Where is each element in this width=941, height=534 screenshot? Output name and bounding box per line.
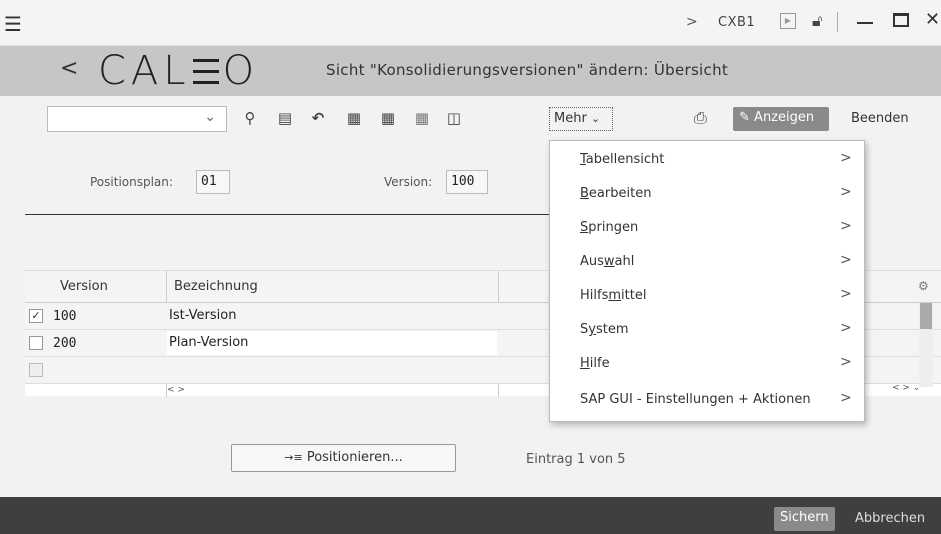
chevron-right-icon: > (840, 184, 852, 200)
chevron-down-icon: ⌄ (590, 112, 601, 125)
command-combo[interactable]: ⌄ (47, 106, 227, 132)
chevron-right-icon: > (840, 320, 852, 336)
position-icon: →≡ (284, 451, 303, 464)
chevron-right-icon: > (840, 390, 852, 406)
caleo-logo: CAL O (98, 48, 260, 94)
search-icon[interactable]: ⚲ (240, 109, 260, 127)
row-version: 200 (53, 336, 77, 351)
page-title: Sicht "Konsolidierungsversionen" ändern:… (326, 61, 729, 79)
horizontal-scroll-arrows[interactable]: < > (167, 385, 185, 395)
maximize-icon[interactable] (893, 13, 909, 27)
transaction-code: CXB1 (718, 15, 756, 30)
back-button[interactable]: < (60, 56, 78, 81)
menu-item-label: Bearbeiten (580, 186, 652, 201)
section-divider (25, 214, 555, 215)
chevron-right-icon: > (840, 286, 852, 302)
menu-item-tabellensicht[interactable]: Tabellensicht > (550, 142, 864, 176)
toolbar: ⌄ ⚲ ▤ ↶ ▦ ▦ ▦ ◫ Mehr ⌄ ⎙ ✎ Anzeigen Been… (0, 96, 941, 144)
positionieren-label: Positionieren... (306, 450, 403, 465)
menu-item-springen[interactable]: Springen > (550, 210, 864, 244)
row-bezeichnung[interactable] (167, 358, 497, 382)
menu-item-system[interactable]: System > (550, 312, 864, 346)
titlebar-separator (837, 12, 838, 32)
menu-item-label: SAP GUI - Einstellungen + Aktionen (580, 392, 811, 407)
menu-item-label: Auswahl (580, 254, 635, 269)
app-header: < CAL O Sicht "Konsolidierungsversionen" … (0, 46, 941, 96)
chevron-right-icon[interactable]: > (686, 14, 698, 30)
menu-item-label: Springen (580, 220, 639, 235)
chevron-right-icon: > (840, 218, 852, 234)
row-version: 100 (53, 309, 77, 324)
anzeigen-button[interactable]: ✎ Anzeigen (733, 107, 829, 131)
mehr-dropdown-menu: Tabellensicht > Bearbeiten > Springen > … (549, 140, 865, 422)
column-header-version[interactable]: Version (60, 279, 108, 294)
menu-item-label: System (580, 322, 629, 337)
horizontal-scroll-arrows[interactable]: < > ⌄ (892, 383, 920, 393)
menu-item-label: Tabellensicht (580, 152, 665, 167)
row-checkbox[interactable]: ✓ (29, 309, 43, 323)
version-label: Version: (384, 175, 433, 189)
menu-item-label: Hilfe (580, 356, 610, 371)
chevron-right-icon: > (840, 252, 852, 268)
glasses-icon[interactable]: ◫ (444, 109, 464, 127)
hamburger-icon[interactable]: ☰ (4, 12, 22, 36)
row-bezeichnung[interactable]: Plan-Version (167, 331, 497, 355)
menu-item-hilfe[interactable]: Hilfe > (550, 346, 864, 380)
row-bezeichnung[interactable]: Ist-Version (167, 304, 497, 328)
lock-open-icon[interactable]: 🔓︎ (812, 11, 822, 31)
minimize-icon[interactable] (857, 22, 873, 24)
menu-item-label: Hilfsmittel (580, 288, 647, 303)
beenden-button[interactable]: Beenden (851, 111, 909, 126)
mehr-menu-button[interactable]: Mehr ⌄ (549, 107, 613, 131)
table-settings-icon[interactable]: ⚙ (918, 279, 929, 293)
abbrechen-button[interactable]: Abbrechen (855, 511, 925, 526)
pencil-glasses-icon: ✎ (739, 110, 750, 125)
sichern-button[interactable]: Sichern (774, 507, 835, 531)
footer-bar: Sichern Abbrechen (0, 497, 941, 534)
scrollbar-thumb[interactable] (920, 303, 932, 329)
vertical-scrollbar[interactable] (919, 303, 933, 387)
details-icon[interactable]: ▤ (275, 109, 295, 127)
row-checkbox[interactable] (29, 363, 43, 377)
chevron-right-icon: > (840, 354, 852, 370)
menu-item-sap-gui-einstellungen[interactable]: SAP GUI - Einstellungen + Aktionen > (550, 382, 864, 416)
positionsplan-label: Positionsplan: (90, 175, 173, 189)
chevron-down-icon[interactable]: ⌄ (204, 109, 216, 125)
positionsplan-field[interactable]: 01 (196, 170, 230, 194)
undo-icon[interactable]: ↶ (308, 109, 328, 127)
version-field[interactable]: 100 (446, 170, 488, 194)
menu-item-auswahl[interactable]: Auswahl > (550, 244, 864, 278)
menu-item-hilfsmittel[interactable]: Hilfsmittel > (550, 278, 864, 312)
deselect-all-icon[interactable]: ▦ (412, 109, 432, 127)
menu-item-bearbeiten[interactable]: Bearbeiten > (550, 176, 864, 210)
window-titlebar: ☰ > CXB1 ▶ 🔓︎ ✕ (0, 0, 941, 46)
select-block-icon[interactable]: ▦ (378, 109, 398, 127)
select-all-icon[interactable]: ▦ (344, 109, 364, 127)
close-icon[interactable]: ✕ (925, 9, 940, 30)
mehr-label: Mehr (554, 111, 587, 126)
row-checkbox[interactable] (29, 336, 43, 350)
column-header-bezeichnung[interactable]: Bezeichnung (174, 279, 258, 294)
play-icon[interactable]: ▶ (780, 13, 796, 29)
chevron-right-icon: > (840, 150, 852, 166)
print-icon[interactable]: ⎙ (694, 108, 707, 128)
entry-counter: Eintrag 1 von 5 (526, 452, 626, 467)
positionieren-button[interactable]: →≡ Positionieren... (231, 444, 456, 472)
anzeigen-label: Anzeigen (754, 110, 815, 125)
